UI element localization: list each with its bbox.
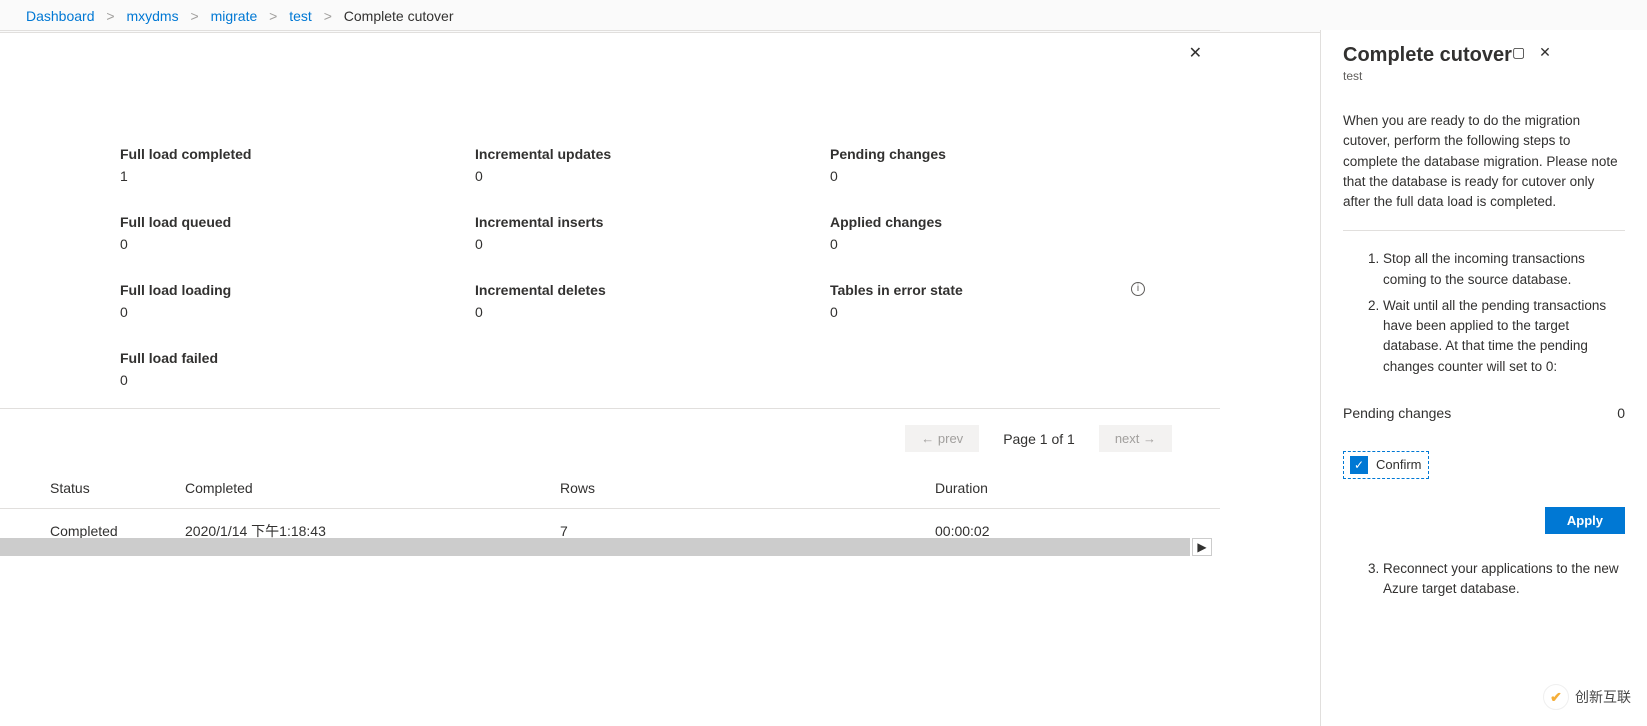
step-1: Stop all the incoming transactions comin… [1383, 249, 1625, 290]
step-3: Reconnect your applications to the new A… [1383, 559, 1625, 600]
stat-label: Full load completed [120, 146, 475, 162]
stat-label: Applied changes [830, 214, 1185, 230]
stat-label: Pending changes [830, 146, 1185, 162]
col-completed: Completed [175, 468, 550, 509]
stat-label: Full load loading [120, 282, 475, 298]
panel-title: Complete cutover [1343, 44, 1512, 67]
stat-tables-in-error: Tables in error state 0 i [830, 282, 1185, 320]
stat-value: 0 [830, 236, 1185, 252]
breadcrumb-dashboard[interactable]: Dashboard [26, 8, 95, 24]
watermark-text: 创新互联 [1575, 687, 1631, 707]
col-rows: Rows [550, 468, 925, 509]
stat-full-load-loading: Full load loading 0 [120, 282, 475, 320]
stat-full-load-completed: Full load completed 1 [120, 146, 475, 184]
stat-value: 0 [830, 168, 1185, 184]
chevron-right-icon: > [269, 8, 277, 24]
next-button[interactable]: next → [1099, 425, 1172, 452]
stat-incremental-updates: Incremental updates 0 [475, 146, 830, 184]
main-content: ✕ Full load completed 1 Incremental upda… [0, 30, 1220, 726]
stats-section: Full load completed 1 Incremental update… [0, 31, 1220, 409]
stat-incremental-deletes: Incremental deletes 0 [475, 282, 830, 320]
confirm-checkbox[interactable]: ✓ Confirm [1343, 451, 1429, 479]
apply-button[interactable]: Apply [1545, 507, 1625, 534]
stat-value: 0 [120, 236, 475, 252]
step-2: Wait until all the pending transactions … [1383, 296, 1625, 377]
stat-incremental-inserts: Incremental inserts 0 [475, 214, 830, 252]
breadcrumb-migrate[interactable]: migrate [211, 8, 258, 24]
pending-changes-value: 0 [1617, 405, 1625, 421]
stat-full-load-queued: Full load queued 0 [120, 214, 475, 252]
stat-label: Incremental updates [475, 146, 830, 162]
stat-label: Incremental inserts [475, 214, 830, 230]
close-icon[interactable]: ✕ [1189, 43, 1202, 63]
stat-value: 0 [120, 304, 475, 320]
col-status: Status [0, 468, 175, 509]
panel-subtitle: test [1343, 69, 1512, 83]
breadcrumb-mxydms[interactable]: mxydms [126, 8, 178, 24]
col-duration: Duration [925, 468, 1220, 509]
panel-description: When you are ready to do the migration c… [1343, 111, 1625, 212]
stat-value: 0 [475, 304, 830, 320]
confirm-label: Confirm [1376, 457, 1422, 472]
stat-pending-changes: Pending changes 0 [830, 146, 1185, 184]
scroll-right-icon[interactable]: ▶ [1192, 538, 1212, 556]
maximize-icon[interactable]: ▢ [1512, 44, 1525, 61]
stat-label: Incremental deletes [475, 282, 830, 298]
stat-value: 1 [120, 168, 475, 184]
checkbox-checked-icon[interactable]: ✓ [1350, 456, 1368, 474]
breadcrumb-test[interactable]: test [289, 8, 312, 24]
stat-label: Full load queued [120, 214, 475, 230]
pager: ← prev Page 1 of 1 next → [0, 409, 1220, 468]
steps-list: Stop all the incoming transactions comin… [1343, 249, 1625, 377]
pending-changes-row: Pending changes 0 [1343, 405, 1625, 421]
stat-value: 0 [120, 372, 475, 388]
stat-label: Full load failed [120, 350, 475, 366]
watermark-logo: ✔ 创新互联 [1543, 684, 1631, 710]
chevron-right-icon: > [106, 8, 114, 24]
cutover-panel: Complete cutover test ▢ ✕ When you are r… [1320, 30, 1647, 726]
divider [1343, 230, 1625, 231]
close-icon[interactable]: ✕ [1539, 44, 1551, 61]
stat-applied-changes: Applied changes 0 [830, 214, 1185, 252]
pending-changes-label: Pending changes [1343, 405, 1451, 421]
table-area: ← prev Page 1 of 1 next → Status Complet… [0, 409, 1220, 553]
stat-value: 0 [475, 168, 830, 184]
prev-button[interactable]: ← prev [905, 425, 979, 452]
chevron-right-icon: > [190, 8, 198, 24]
steps-list-continued: Reconnect your applications to the new A… [1343, 559, 1625, 600]
chevron-right-icon: > [324, 8, 332, 24]
horizontal-scrollbar[interactable] [0, 538, 1190, 556]
stat-value: 0 [830, 304, 1185, 320]
pager-text: Page 1 of 1 [1003, 431, 1075, 447]
breadcrumb: Dashboard > mxydms > migrate > test > Co… [0, 0, 1647, 33]
info-icon[interactable]: i [1131, 282, 1145, 296]
stat-full-load-failed: Full load failed 0 [120, 350, 475, 388]
breadcrumb-current: Complete cutover [344, 8, 454, 24]
stat-value: 0 [475, 236, 830, 252]
watermark-icon: ✔ [1543, 684, 1569, 710]
